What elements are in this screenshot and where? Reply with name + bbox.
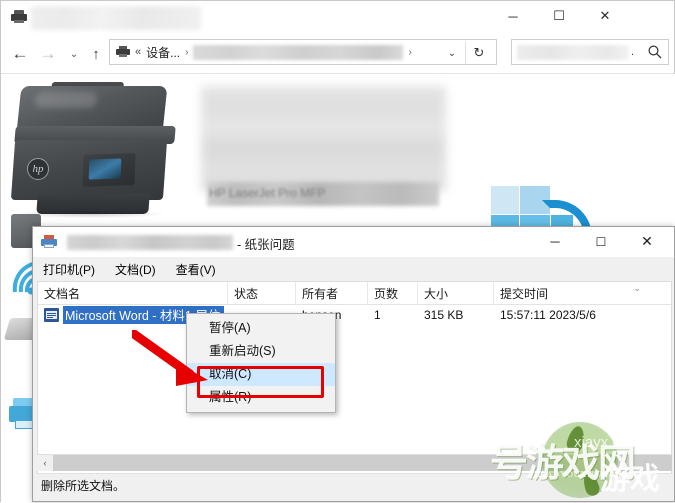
printer-icon	[11, 10, 27, 24]
print-queue-title-suffix: - 纸张问题	[237, 238, 295, 252]
scroll-left-arrow-icon[interactable]: ‹	[37, 455, 53, 471]
search-value-blurred	[517, 44, 629, 60]
address-divider	[465, 42, 466, 64]
column-header-owner[interactable]: 所有者	[296, 282, 368, 304]
search-dot: .	[631, 46, 635, 58]
search-icon[interactable]	[647, 44, 663, 60]
explorer-window-title	[31, 6, 201, 30]
queue-maximize-button[interactable]: ☐	[578, 227, 624, 256]
column-header-document-name[interactable]: 文档名	[38, 282, 228, 304]
cell-submit-time: 15:57:11 2023/5/6	[500, 308, 596, 322]
column-header-pages[interactable]: 页数	[368, 282, 418, 304]
search-input[interactable]: .	[511, 39, 669, 65]
up-button[interactable]: ↑	[83, 39, 109, 69]
cell-pages: 1	[374, 308, 381, 322]
horizontal-scrollbar[interactable]: ‹	[37, 454, 672, 471]
context-menu-item-restart[interactable]: 重新启动(S)	[187, 340, 335, 363]
address-bar[interactable]: « 设备... › › ⌄ ↻	[109, 39, 497, 65]
menu-document[interactable]: 文档(D)	[105, 259, 166, 280]
address-printer-icon	[116, 46, 130, 58]
forward-button[interactable]: →	[35, 39, 61, 69]
explorer-maximize-button[interactable]: ☐	[536, 1, 582, 31]
scrollbar-thumb[interactable]	[53, 455, 672, 471]
product-description-blurred	[201, 86, 446, 191]
status-bar: 删除所选文档。	[37, 473, 672, 497]
address-chevron-down-icon[interactable]: ⌄	[442, 44, 462, 62]
breadcrumb-overflow-icon[interactable]: «	[135, 46, 141, 58]
queue-close-button[interactable]: ✕	[624, 227, 670, 256]
explorer-minimize-button[interactable]: ─	[490, 1, 536, 31]
product-caption-text: HP LaserJet Pro MFP	[209, 186, 326, 200]
explorer-close-button[interactable]: ✕	[582, 1, 628, 31]
menu-view[interactable]: 查看(V)	[166, 259, 226, 280]
queue-minimize-button[interactable]: ─	[532, 227, 578, 256]
column-header-status[interactable]: 状态	[228, 282, 296, 304]
document-context-menu: 暂停(A) 重新启动(S) 取消(C) 属性(R)	[186, 313, 336, 413]
print-queue-window: - 纸张问题 ─ ☐ ✕ 打印机(P) 文档(D) 查看(V) 文档名 状态 所…	[32, 226, 675, 502]
back-button[interactable]: ←	[7, 39, 33, 69]
menu-printer[interactable]: 打印机(P)	[33, 259, 105, 280]
breadcrumb-separator-icon: ›	[185, 46, 189, 58]
print-queue-titlebar: - 纸张问题 ─ ☐ ✕	[33, 227, 674, 258]
print-queue-title-blurred	[67, 235, 233, 250]
breadcrumb-trailing-separator-icon[interactable]: ›	[408, 47, 411, 58]
refresh-icon[interactable]: ↻	[468, 43, 490, 63]
context-menu-item-cancel[interactable]: 取消(C)	[187, 363, 335, 386]
column-header-size[interactable]: 大小	[418, 282, 494, 304]
breadcrumb-segment-devices[interactable]: 设备...	[146, 44, 180, 61]
word-document-icon	[44, 308, 59, 322]
printer-queue-icon	[41, 235, 57, 249]
context-menu-item-properties[interactable]: 属性(R)	[187, 386, 335, 409]
context-menu-item-pause[interactable]: 暂停(A)	[187, 317, 335, 340]
print-queue-menubar: 打印机(P) 文档(D) 查看(V)	[33, 257, 674, 281]
print-jobs-header: 文档名 状态 所有者 页数 大小 提交时间 ⌄	[38, 282, 671, 305]
table-row[interactable]: Microsoft Word - 材料1 居住 benson 1 315 KB …	[38, 305, 671, 325]
print-jobs-list: 文档名 状态 所有者 页数 大小 提交时间 ⌄ Microsoft Word -…	[37, 281, 672, 474]
explorer-titlebar: ─ ☐ ✕	[1, 1, 674, 33]
column-header-submit-time[interactable]: 提交时间	[494, 282, 671, 304]
sort-indicator-icon: ⌄	[633, 283, 641, 293]
printer-product-image: hp	[5, 82, 195, 222]
cell-size: 315 KB	[424, 308, 464, 322]
breadcrumb-path-blurred	[193, 44, 404, 60]
